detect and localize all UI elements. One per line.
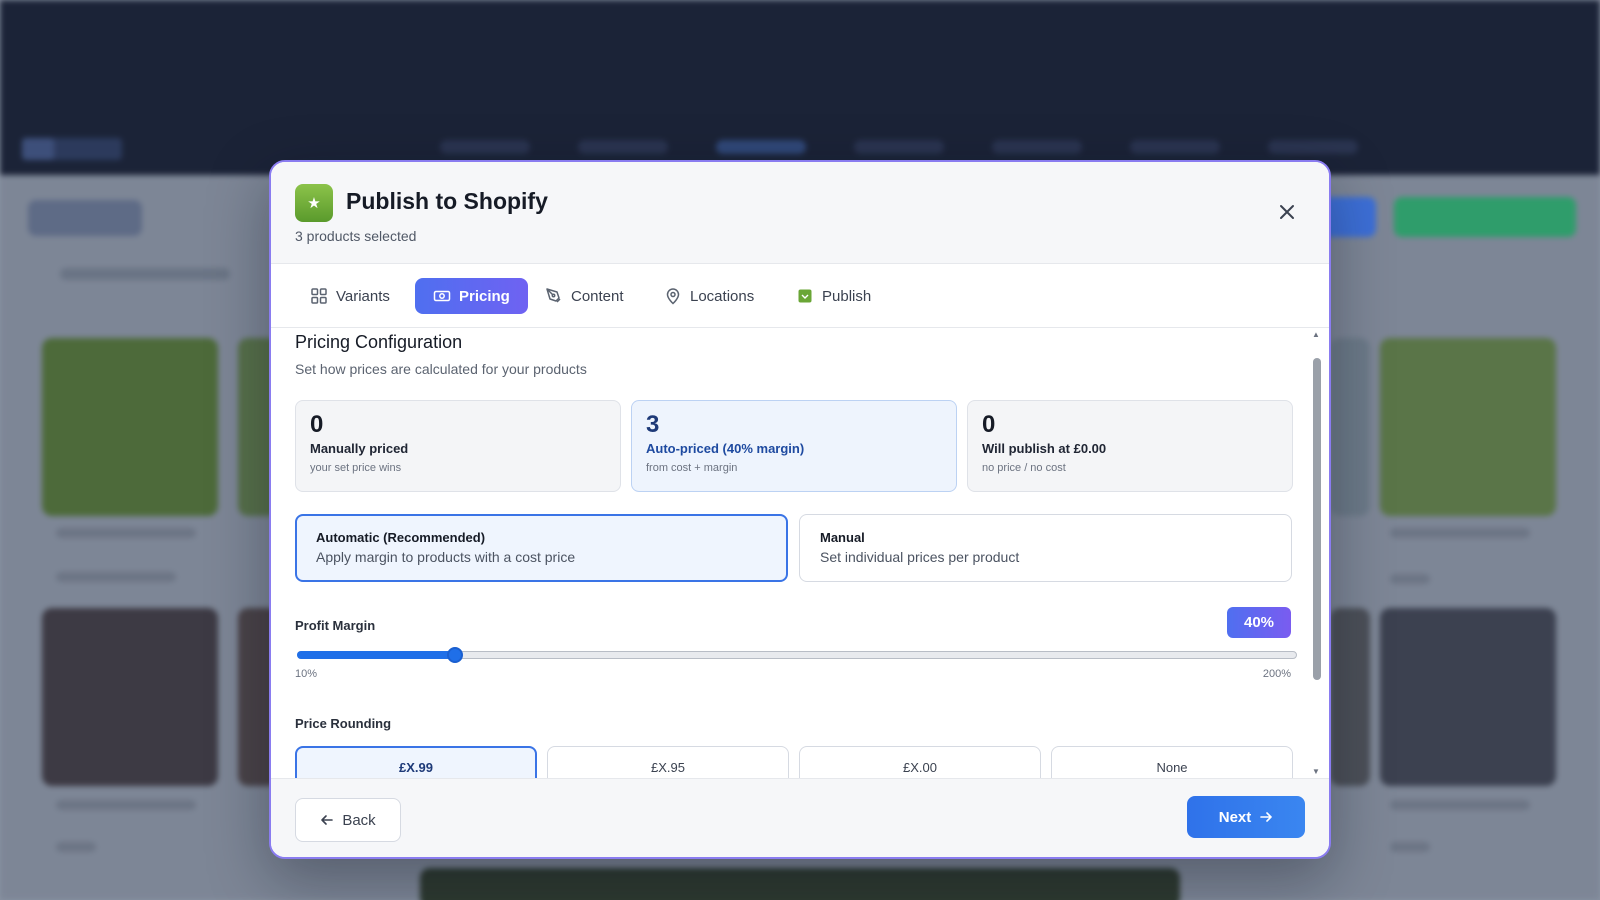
mode-automatic-option[interactable]: Automatic (Recommended) Apply margin to … — [295, 514, 788, 582]
background-text — [56, 572, 176, 582]
background-text — [1390, 842, 1430, 852]
tab-label: Locations — [690, 287, 755, 305]
rounding-option-00[interactable]: £X.00 — [799, 746, 1041, 778]
modal-subtitle: 3 products selected — [295, 228, 417, 244]
map-pin-icon — [666, 288, 680, 305]
tab-label: Variants — [336, 287, 390, 305]
price-rounding-label: Price Rounding — [295, 716, 392, 731]
arrow-right-icon — [1260, 812, 1273, 822]
background-product-card — [1330, 338, 1370, 516]
background-text — [1390, 800, 1530, 810]
tab-content[interactable]: Content — [527, 278, 642, 314]
background-nav — [440, 140, 1358, 154]
scroll-up-icon[interactable]: ▲ — [1312, 330, 1320, 339]
mode-title: Automatic (Recommended) — [316, 530, 486, 545]
grid-icon — [311, 288, 327, 304]
close-icon — [1280, 205, 1294, 219]
publish-modal: ★ Publish to Shopify 3 products selected… — [269, 160, 1331, 859]
shopify-bag-icon — [798, 289, 812, 303]
stat-value: 0 — [310, 411, 324, 438]
background-text — [56, 800, 196, 810]
stat-value: 0 — [982, 411, 996, 438]
slider-max-label: 200% — [1262, 668, 1291, 680]
modal-header: ★ Publish to Shopify 3 products selected — [271, 162, 1329, 264]
rounding-option-95[interactable]: £X.95 — [547, 746, 789, 778]
background-button — [28, 200, 142, 236]
tab-label: Pricing — [459, 287, 510, 305]
rounding-option-99[interactable]: £X.99 — [295, 746, 537, 778]
stat-value: 3 — [646, 411, 660, 438]
background-product-card — [1380, 608, 1556, 786]
section-description: Set how prices are calculated for your p… — [295, 361, 587, 377]
profit-margin-label: Profit Margin — [295, 618, 376, 633]
section-title: Pricing Configuration — [295, 332, 463, 352]
profit-margin-slider[interactable] — [297, 647, 1297, 663]
modal-title: Publish to Shopify — [346, 188, 548, 214]
tab-label: Content — [571, 287, 624, 305]
stat-label: Auto-priced (40% margin) — [646, 441, 805, 456]
slider-min-label: 10% — [295, 668, 318, 680]
stat-label: Manually priced — [310, 441, 409, 456]
mode-description: Apply margin to products with a cost pri… — [316, 549, 576, 565]
background-product-card — [1380, 338, 1556, 516]
tab-pricing[interactable]: Pricing — [415, 278, 528, 314]
stat-hint: from cost + margin — [646, 462, 738, 474]
panel-scrollbar[interactable]: ▲ ▼ — [1311, 328, 1323, 778]
tab-locations[interactable]: Locations — [646, 278, 772, 314]
back-button[interactable]: Back — [295, 798, 401, 842]
background-text — [60, 268, 230, 280]
scroll-down-icon[interactable]: ▼ — [1312, 767, 1320, 776]
background-logo — [22, 138, 122, 160]
rounding-option-none[interactable]: None — [1051, 746, 1293, 778]
close-button[interactable] — [1275, 200, 1299, 224]
back-button-label: Back — [342, 811, 376, 829]
stat-card-auto: 3 Auto-priced (40% margin) from cost + m… — [631, 400, 957, 492]
stat-card-manual: 0 Manually priced your set price wins — [295, 400, 621, 492]
background-product-card — [42, 608, 218, 786]
shopify-bag-icon: ★ — [295, 184, 333, 222]
background-topbar — [0, 0, 1600, 175]
stat-card-zero-price: 0 Will publish at £0.00 no price / no co… — [967, 400, 1293, 492]
background-text — [56, 842, 96, 852]
tab-publish[interactable]: Publish — [778, 278, 889, 314]
stat-hint: no price / no cost — [982, 462, 1066, 474]
stat-hint: your set price wins — [310, 462, 402, 474]
background-product-card — [420, 868, 1180, 900]
pricing-panel: Pricing Configuration Set how prices are… — [271, 328, 1329, 778]
modal-footer: Back Next — [271, 778, 1329, 857]
slider-thumb[interactable] — [446, 647, 463, 663]
pen-tool-icon — [546, 288, 561, 303]
background-product-card — [42, 338, 218, 516]
next-button-label: Next — [1218, 808, 1252, 826]
wizard-tabs: Variants Pricing Content Locations Publi… — [271, 264, 1329, 328]
background-product-card — [1330, 608, 1370, 786]
scrollbar-thumb[interactable] — [1313, 358, 1321, 680]
background-text — [1390, 528, 1530, 538]
next-button[interactable]: Next — [1187, 796, 1305, 838]
tab-variants[interactable]: Variants — [292, 278, 408, 314]
background-button — [1394, 197, 1576, 237]
background-text — [56, 528, 196, 538]
background-text — [1390, 574, 1430, 584]
mode-title: Manual — [820, 530, 865, 545]
arrow-left-icon — [321, 815, 334, 825]
profit-margin-value-badge: 40% — [1227, 607, 1291, 638]
slider-fill — [297, 651, 455, 659]
stat-label: Will publish at £0.00 — [982, 441, 1107, 456]
mode-description: Set individual prices per product — [820, 549, 1020, 565]
mode-manual-option[interactable]: Manual Set individual prices per product — [799, 514, 1292, 582]
tab-label: Publish — [822, 287, 872, 305]
banknote-icon — [433, 290, 451, 302]
